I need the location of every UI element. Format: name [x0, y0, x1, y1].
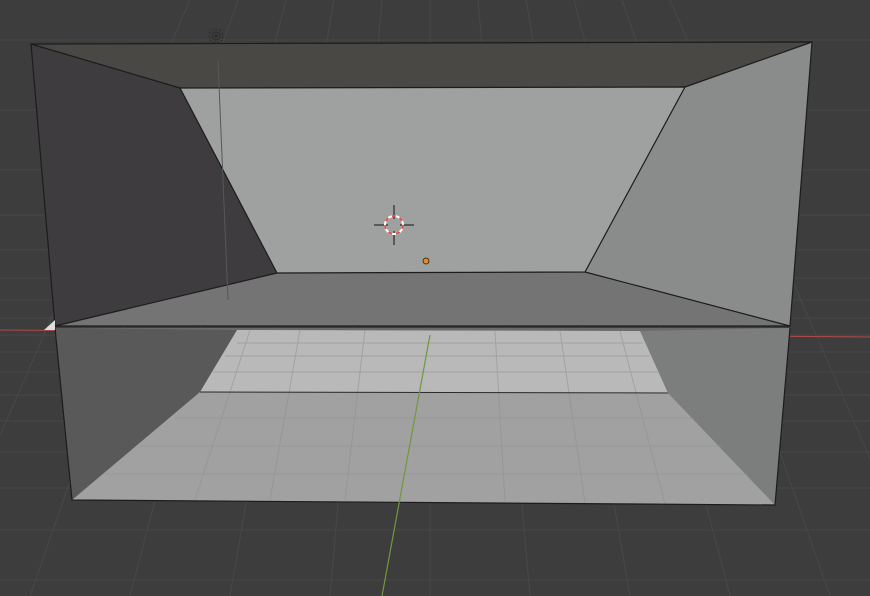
object-origin-icon[interactable] [422, 257, 430, 265]
viewport-canvas[interactable] [0, 0, 870, 596]
3d-viewport[interactable] [0, 0, 870, 596]
floor-reflection-upper [200, 330, 668, 393]
